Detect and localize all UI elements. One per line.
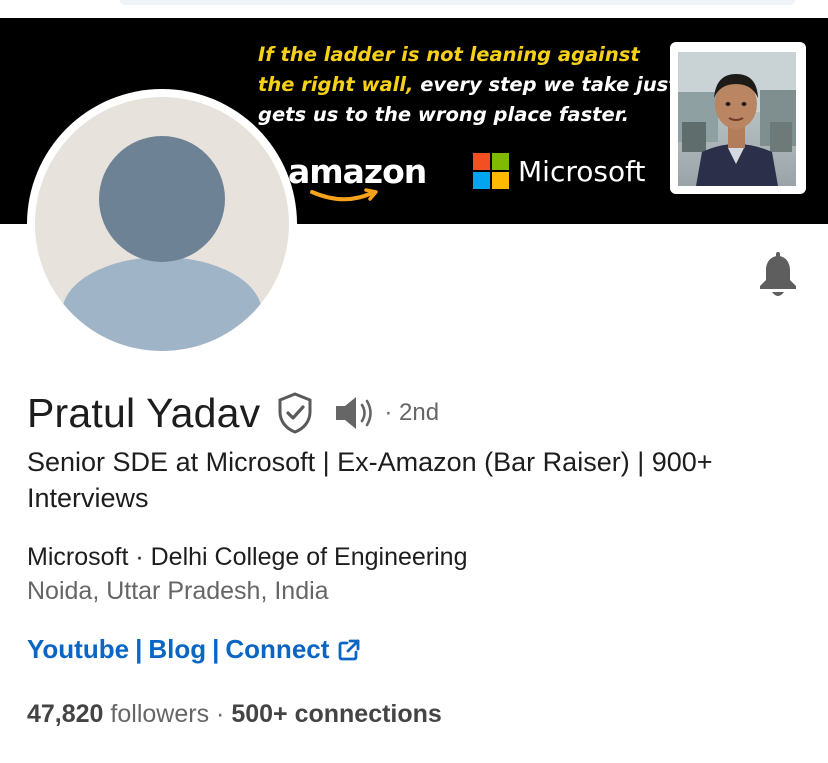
default-avatar-icon — [62, 136, 262, 351]
microsoft-grid-icon — [473, 153, 509, 189]
amazon-logo: amazon — [288, 152, 428, 202]
microsoft-square — [473, 153, 490, 170]
profile-website-links[interactable]: Youtube | Blog | Connect — [27, 634, 361, 665]
stats-separator: · — [216, 700, 225, 728]
external-link-icon[interactable] — [337, 638, 361, 662]
microsoft-logo: Microsoft — [473, 153, 648, 193]
verified-shield-icon[interactable] — [276, 391, 314, 435]
quote-segment: gets us to the wrong place faster. — [258, 103, 629, 126]
quote-line: If the ladder is not leaning against — [258, 40, 678, 70]
profile-avatar[interactable] — [27, 89, 297, 359]
avatar-placeholder — [35, 97, 289, 351]
search-bar-edge[interactable] — [120, 0, 795, 5]
blog-link[interactable]: Blog — [148, 634, 206, 665]
profile-stats: 47,820 followers · 500+ connections — [27, 700, 442, 729]
microsoft-square — [492, 172, 509, 189]
link-separator: | — [212, 634, 220, 664]
microsoft-square — [492, 153, 509, 170]
quote-line: gets us to the wrong place faster. — [258, 100, 678, 130]
quote-line: the right wall, every step we take just — [258, 70, 678, 100]
quote-segment: If the ladder is not leaning against — [258, 43, 640, 66]
microsoft-square — [473, 172, 490, 189]
amazon-smile-icon — [310, 188, 378, 202]
link-separator: | — [135, 634, 143, 664]
notification-bell-button[interactable] — [752, 250, 804, 302]
banner-person-photo — [678, 52, 796, 186]
profile-name: Pratul Yadav — [27, 389, 261, 436]
followers-label: followers — [110, 700, 210, 728]
profile-name-row: Pratul Yadav · 2nd — [27, 385, 439, 441]
profile-location: Noida, Uttar Pradesh, India — [27, 577, 329, 605]
company-school[interactable]: Microsoft · Delhi College of Engineering — [27, 543, 468, 572]
profile-headline: Senior SDE at Microsoft | Ex-Amazon (Bar… — [27, 447, 713, 513]
followers-count: 47,820 — [27, 700, 104, 728]
bell-icon — [760, 252, 796, 296]
connections-count[interactable]: 500+ connections — [231, 700, 442, 728]
microsoft-logo-text: Microsoft — [518, 155, 646, 188]
connect-link[interactable]: Connect — [225, 634, 329, 665]
banner-quote: If the ladder is not leaning against the … — [258, 40, 678, 130]
connection-degree: · 2nd — [384, 399, 440, 426]
speaker-icon[interactable] — [332, 393, 378, 433]
banner-photo-frame — [670, 42, 806, 194]
amazon-logo-text: amazon — [288, 152, 427, 191]
person-photo-illustration — [678, 52, 796, 186]
top-strip — [0, 0, 828, 18]
youtube-link[interactable]: Youtube — [27, 634, 129, 665]
quote-segment: every step we take just — [413, 73, 678, 96]
quote-segment: the right wall, — [258, 73, 414, 96]
